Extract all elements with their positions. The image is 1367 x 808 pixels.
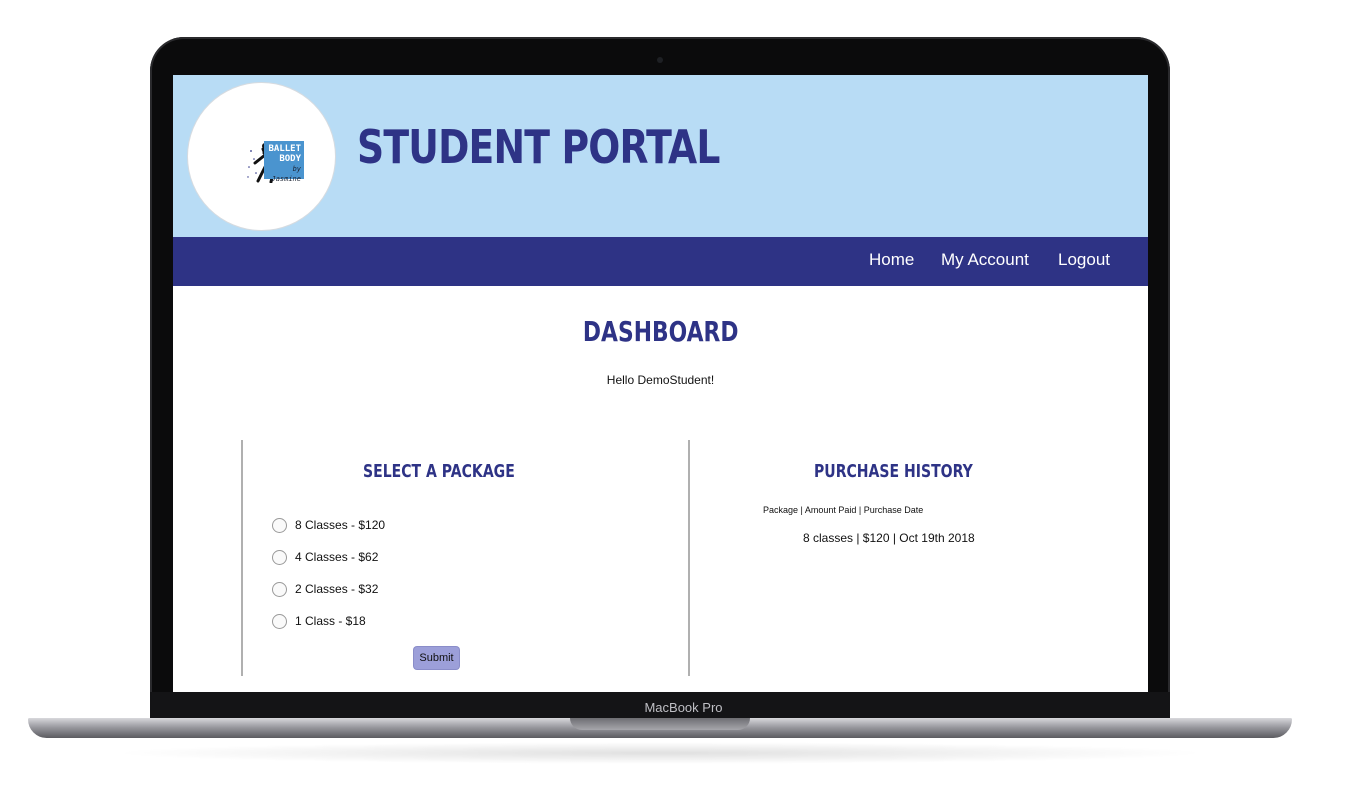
- radio-button[interactable]: [272, 613, 287, 629]
- package-option[interactable]: 4 Classes - $62: [272, 548, 378, 566]
- package-option[interactable]: 1 Class - $18: [272, 612, 366, 630]
- nav-logout-link[interactable]: Logout: [1058, 250, 1110, 270]
- portal-header: BALLET BODY by Jasmine STUDENT PORTAL: [173, 75, 1148, 237]
- logo[interactable]: BALLET BODY by Jasmine: [188, 83, 335, 230]
- package-option-label: 4 Classes - $62: [295, 550, 379, 564]
- purchase-history-title-text: PURCHASE HISTORY: [814, 461, 973, 482]
- logo-line-2: BODY: [279, 154, 301, 164]
- submit-button[interactable]: Submit: [414, 647, 459, 669]
- nav-home-link[interactable]: Home: [869, 250, 914, 270]
- package-option-label: 8 Classes - $120: [295, 518, 386, 532]
- laptop-screen: BALLET BODY by Jasmine STUDENT PORTAL Ho…: [173, 75, 1148, 692]
- greeting-text: Hello DemoStudent!: [606, 373, 715, 387]
- portal-title: STUDENT PORTAL: [357, 120, 720, 174]
- select-package-title-text: SELECT A PACKAGE: [363, 461, 515, 482]
- purchase-history-header: Package | Amount Paid | Purchase Date: [763, 505, 924, 515]
- logo-line-1: BALLET: [268, 144, 301, 154]
- laptop-notch: [570, 718, 750, 730]
- device-label: MacBook Pro: [644, 700, 723, 715]
- package-option-label: 1 Class - $18: [295, 614, 366, 628]
- radio-button[interactable]: [272, 581, 287, 597]
- package-option[interactable]: 2 Classes - $32: [272, 580, 378, 598]
- logo-wordmark: BALLET BODY by Jasmine: [264, 141, 304, 183]
- page-title-text: DASHBOARD: [582, 315, 739, 348]
- left-column-divider: [241, 440, 243, 676]
- nav-my-account-link[interactable]: My Account: [941, 250, 1029, 270]
- radio-button[interactable]: [272, 517, 287, 533]
- package-option-label: 2 Classes - $32: [295, 582, 379, 596]
- center-column-divider: [688, 440, 690, 676]
- camera-icon: [657, 57, 663, 63]
- logo-line-3: by Jasmine: [271, 165, 301, 183]
- select-package-title: SELECT A PACKAGE: [363, 461, 558, 482]
- navbar: Home My Account Logout: [173, 237, 1148, 286]
- page-title: DASHBOARD: [173, 315, 1148, 348]
- laptop-shadow: [110, 742, 1210, 764]
- package-option[interactable]: 8 Classes - $120: [272, 516, 385, 534]
- radio-button[interactable]: [272, 549, 287, 565]
- purchase-history-row: 8 classes | $120 | Oct 19th 2018: [803, 531, 975, 545]
- purchase-history-title: PURCHASE HISTORY: [814, 461, 1018, 482]
